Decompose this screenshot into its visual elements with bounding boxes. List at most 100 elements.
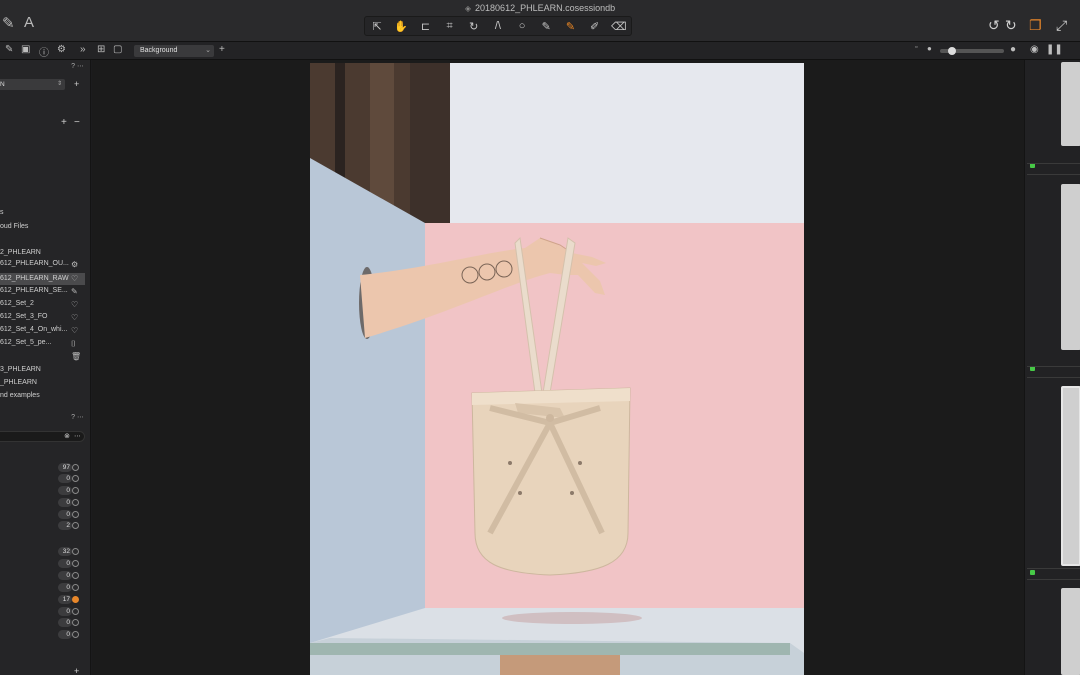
heart-icon: ♡ bbox=[71, 274, 79, 283]
collection-item[interactable]: s bbox=[0, 209, 4, 216]
slider-knob[interactable] bbox=[948, 47, 956, 55]
add-layer-icon[interactable]: + bbox=[219, 44, 225, 55]
filter-count: 0 bbox=[58, 571, 72, 580]
hand-tool-icon[interactable]: ✋ bbox=[390, 20, 412, 33]
pause-icon[interactable]: ❚❚ bbox=[1046, 44, 1063, 55]
filter-count: 17 bbox=[58, 595, 72, 604]
filter-toggle[interactable] bbox=[72, 631, 79, 638]
crop-tool-icon[interactable]: ⌗ bbox=[439, 20, 461, 33]
list-item[interactable]: 612_PHLEARN_OU... ⚙ bbox=[0, 260, 85, 272]
select-tool-icon[interactable]: ⇱ bbox=[366, 20, 388, 33]
layers-icon[interactable]: ❐ bbox=[1029, 17, 1042, 34]
list-item[interactable]: 612_Set_2 ♡ bbox=[0, 300, 85, 312]
layer-select[interactable]: Background ⌄ bbox=[134, 45, 214, 57]
filter-toggle[interactable] bbox=[72, 475, 79, 482]
filter-toggle[interactable] bbox=[72, 619, 79, 626]
undo-icon[interactable]: ↺ bbox=[988, 17, 1000, 34]
filter-toggle[interactable] bbox=[72, 464, 79, 471]
filter-count: 0 bbox=[58, 583, 72, 592]
settings-icon[interactable]: ⚙ bbox=[57, 44, 66, 55]
spot-tool-icon[interactable]: ○ bbox=[511, 20, 533, 32]
list-item[interactable]: 612_Set_4_On_whi... ♡ bbox=[0, 326, 85, 338]
list-item[interactable]: 612_Set_3_FO ♡ bbox=[0, 313, 85, 325]
add-filter-button[interactable]: + bbox=[74, 666, 79, 675]
product-photo[interactable] bbox=[310, 63, 804, 675]
redo-icon[interactable]: ↻ bbox=[1005, 17, 1017, 34]
list-item[interactable]: 612_PHLEARN_SE... ✎ bbox=[0, 287, 85, 299]
erase-mask-icon[interactable]: ⌫ bbox=[608, 20, 630, 33]
filter-count: 0 bbox=[58, 486, 72, 495]
catalog-item[interactable]: _PHLEARN bbox=[0, 379, 37, 386]
secondary-toolbar: ✎ ▣ ⓘ ⚙ » ⊞ ▢ Background ⌄ + ▫ ● ● ◉ ❚❚ bbox=[0, 42, 1080, 60]
catalog-dropdown[interactable]: N ⇕ bbox=[0, 79, 65, 90]
trash-icon[interactable]: 🗑 bbox=[71, 352, 81, 361]
info-icon[interactable]: ⓘ bbox=[39, 44, 49, 59]
gradient-mask-icon[interactable]: ✐ bbox=[584, 20, 606, 33]
brush-tool-icon[interactable]: ✎ bbox=[2, 14, 15, 32]
text-tool-icon[interactable]: A bbox=[24, 14, 34, 31]
straighten-tool-icon[interactable]: ⊏ bbox=[414, 20, 436, 33]
search-options-icon[interactable]: ⋯ bbox=[74, 432, 81, 440]
eye-icon[interactable]: ◉ bbox=[1030, 44, 1039, 55]
filter-count: 0 bbox=[58, 607, 72, 616]
thumb-info-bar bbox=[1027, 366, 1080, 378]
filter-toggle[interactable] bbox=[72, 584, 79, 591]
list-item-selected[interactable]: 612_PHLEARN_RAW ♡ bbox=[0, 273, 85, 285]
filter-toggle[interactable] bbox=[72, 560, 79, 567]
thumbnail-selected[interactable] bbox=[1061, 386, 1080, 566]
keystone-tool-icon[interactable]: /\ bbox=[487, 20, 509, 32]
thumb-info-bar bbox=[1027, 568, 1080, 580]
image-viewer[interactable] bbox=[92, 60, 1024, 675]
heart-icon: ♡ bbox=[71, 300, 79, 309]
filter-toggle[interactable] bbox=[72, 522, 79, 529]
thumbnail[interactable] bbox=[1061, 62, 1080, 146]
filter-search-input[interactable]: ⊗ ⋯ bbox=[0, 431, 85, 442]
list-item[interactable]: 612_Set_5_pe... ⌷ bbox=[0, 339, 85, 351]
filter-toggle[interactable] bbox=[72, 511, 79, 518]
rotate-tool-icon[interactable]: ↻ bbox=[463, 20, 485, 33]
catalog-item[interactable]: 3_PHLEARN bbox=[0, 366, 41, 373]
adjust-icon[interactable]: ✎ bbox=[5, 44, 13, 55]
person-large-icon: ● bbox=[1010, 44, 1017, 55]
heart-icon: ♡ bbox=[71, 326, 79, 335]
library-panel: ? ⋯ N ⇕ + + − s oud Files 2_PHLEARN 612_… bbox=[0, 60, 91, 675]
thumbnail[interactable] bbox=[1061, 588, 1080, 675]
filter-count: 32 bbox=[58, 547, 72, 556]
catalog-item[interactable]: nd examples bbox=[0, 392, 40, 399]
session-folder[interactable]: 2_PHLEARN bbox=[0, 249, 41, 256]
clear-search-icon[interactable]: ⊗ bbox=[64, 432, 70, 440]
capture-one-window: ◈ 20180612_PHLEARN.cosessiondb ✎ A ⇱ ✋ ⊏ … bbox=[0, 0, 1080, 675]
remove-collection-button[interactable]: − bbox=[74, 117, 80, 128]
fullscreen-icon[interactable]: ⤢ bbox=[1056, 17, 1067, 34]
thumbnail[interactable] bbox=[1061, 184, 1080, 350]
filter-toggle[interactable] bbox=[72, 499, 79, 506]
add-catalog-button[interactable]: + bbox=[74, 79, 79, 89]
filter-help-icon[interactable]: ? ⋯ bbox=[71, 413, 84, 421]
filter-toggle[interactable] bbox=[72, 608, 79, 615]
filmstrip-panel bbox=[1024, 60, 1080, 675]
filter-count: 97 bbox=[58, 463, 72, 472]
thumbnail-size-slider[interactable] bbox=[940, 47, 1004, 55]
draw-mask-tool-icon[interactable]: ✎ bbox=[559, 20, 581, 33]
filter-toggle-active[interactable] bbox=[72, 596, 79, 603]
title-toolbar: ◈ 20180612_PHLEARN.cosessiondb ✎ A ⇱ ✋ ⊏ … bbox=[0, 0, 1080, 42]
filter-count: 0 bbox=[58, 630, 72, 639]
panel-help-icon[interactable]: ? ⋯ bbox=[71, 62, 84, 70]
chevron-updown-icon: ⇕ bbox=[56, 81, 62, 87]
filter-count: 0 bbox=[58, 474, 72, 483]
brush-mask-icon[interactable]: ✎ bbox=[535, 20, 557, 33]
chevron-down-icon: ⌄ bbox=[205, 47, 211, 54]
filter-toggle[interactable] bbox=[72, 548, 79, 555]
person-small-icon: ● bbox=[927, 44, 932, 53]
heart-icon: ♡ bbox=[71, 313, 79, 322]
library-icon[interactable]: ▣ bbox=[21, 44, 30, 55]
collection-item[interactable]: oud Files bbox=[0, 223, 28, 230]
expand-icon[interactable]: » bbox=[80, 44, 86, 55]
grid-view-icon[interactable]: ⊞ bbox=[97, 44, 105, 55]
filter-toggle[interactable] bbox=[72, 572, 79, 579]
thumb-info-bar bbox=[1027, 163, 1080, 175]
filter-toggle[interactable] bbox=[72, 487, 79, 494]
list-item[interactable]: 🗑 bbox=[0, 352, 85, 364]
single-view-icon[interactable]: ▢ bbox=[113, 44, 122, 55]
add-collection-button[interactable]: + bbox=[61, 117, 67, 128]
